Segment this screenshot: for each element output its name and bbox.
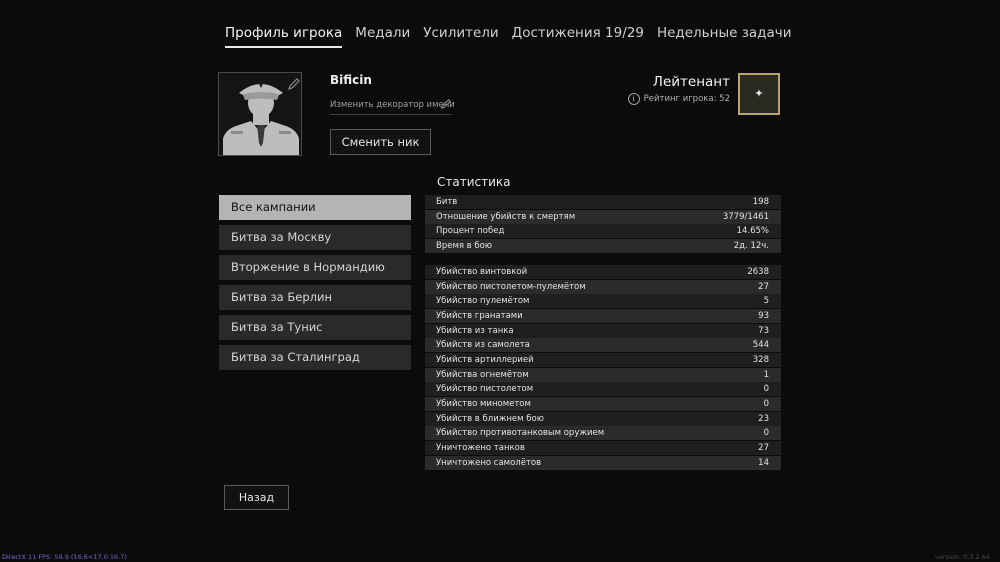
avatar[interactable] [218, 72, 302, 156]
stat-value: 3779/1461 [722, 212, 769, 222]
change-name-decorator-link[interactable]: Изменить декоратор имени [330, 98, 455, 115]
stat-value: 0 [763, 399, 769, 409]
stat-row: Убийство пистолетом-пулемётом 27 [425, 280, 781, 294]
tab-weekly-tasks[interactable]: Недельные задачи [657, 22, 792, 48]
campaign-item-normandy[interactable]: Вторжение в Нормандию [219, 255, 411, 280]
stat-row: Время в бою 2д. 12ч. [425, 239, 781, 253]
fps-counter: DirectX 11 FPS: 59.9 (16.6<17.0 16.7) [2, 553, 127, 561]
stat-row: Уничтожено танков 27 [425, 441, 781, 455]
stat-row: Убийств артиллерией 328 [425, 353, 781, 367]
stat-label: Убийств артиллерией [436, 355, 534, 365]
stat-row: Процент побед 14.65% [425, 224, 781, 238]
campaign-item-moscow[interactable]: Битва за Москву [219, 225, 411, 250]
stat-value: 1 [763, 370, 769, 380]
stat-row: Отношение убийств к смертям 3779/1461 [425, 210, 781, 224]
profile-tabs: Профиль игрока Медали Усилители Достижен… [225, 22, 805, 48]
stat-value: 544 [752, 340, 769, 350]
stat-value: 2д. 12ч. [733, 241, 769, 251]
player-rating-label: Рейтинг игрока: 52 [643, 94, 730, 104]
tab-boosters[interactable]: Усилители [423, 22, 498, 48]
stat-label: Убийство пистолетом [436, 384, 534, 394]
pencil-icon [440, 98, 454, 112]
stat-value: 14 [758, 458, 769, 468]
stat-label: Битв [436, 197, 458, 207]
campaign-item-berlin[interactable]: Битва за Берлин [219, 285, 411, 310]
stat-value: 14.65% [736, 226, 769, 236]
stat-value: 198 [752, 197, 769, 207]
campaign-item-all[interactable]: Все кампании [219, 195, 411, 220]
stat-value: 23 [758, 414, 769, 424]
stat-label: Убийств гранатами [436, 311, 523, 321]
stat-label: Уничтожено самолётов [436, 458, 542, 468]
stat-label: Процент побед [436, 226, 505, 236]
stat-value: 93 [758, 311, 769, 321]
stat-label: Убийство минометом [436, 399, 531, 409]
stat-value: 27 [758, 443, 769, 453]
tab-achievements[interactable]: Достижения 19/29 [512, 22, 644, 48]
stat-label: Уничтожено танков [436, 443, 525, 453]
stat-value: 73 [758, 326, 769, 336]
stats-title: Статистика [437, 175, 511, 189]
stat-value: 0 [763, 428, 769, 438]
stat-row: Битв 198 [425, 195, 781, 209]
lieutenant-star-icon: ✦ [754, 87, 764, 100]
tab-player-profile[interactable]: Профиль игрока [225, 22, 343, 48]
stat-value: 2638 [747, 267, 769, 277]
stat-value: 5 [763, 296, 769, 306]
stat-value: 0 [763, 384, 769, 394]
stat-row: Убийств гранатами 93 [425, 309, 781, 323]
stat-value: 328 [752, 355, 769, 365]
back-button[interactable]: Назад [224, 485, 289, 510]
stat-label: Убийства огнемётом [436, 370, 529, 380]
campaign-item-stalingrad[interactable]: Битва за Сталинград [219, 345, 411, 370]
rank-badge: ✦ [738, 73, 780, 115]
stat-label: Убийство пулемётом [436, 296, 530, 306]
stat-row: Уничтожено самолётов 14 [425, 456, 781, 470]
stat-row: Убийство минометом 0 [425, 397, 781, 411]
stat-label: Убийств в ближнем бою [436, 414, 544, 424]
stat-label: Убийство противотанковым оружием [436, 428, 605, 438]
stat-label: Время в бою [436, 241, 492, 251]
rank-title: Лейтенант [652, 74, 730, 90]
stat-row: Убийств в ближнем бою 23 [425, 412, 781, 426]
tab-medals[interactable]: Медали [355, 22, 410, 48]
stat-value: 27 [758, 282, 769, 292]
decorator-label: Изменить декоратор имени [330, 100, 455, 110]
player-rating: i Рейтинг игрока: 52 [627, 93, 730, 105]
player-nickname: Bificin [330, 73, 372, 87]
version-label: version: 0.3.2.64 [935, 553, 990, 561]
stat-label: Отношение убийств к смертям [436, 212, 576, 222]
stat-label: Убийств из самолета [436, 340, 530, 350]
stat-row: Убийства огнемётом 1 [425, 368, 781, 382]
stat-label: Убийство винтовкой [436, 267, 528, 277]
stat-row: Убийств из самолета 544 [425, 338, 781, 352]
stat-row: Убийство пулемётом 5 [425, 294, 781, 308]
pencil-icon[interactable] [287, 77, 301, 91]
stat-row: Убийство противотанковым оружием 0 [425, 426, 781, 440]
info-icon[interactable]: i [627, 93, 640, 105]
stat-label: Убийство пистолетом-пулемётом [436, 282, 586, 292]
change-nick-button[interactable]: Сменить ник [330, 129, 431, 155]
stat-label: Убийств из танка [436, 326, 514, 336]
stat-row: Убийство винтовкой 2638 [425, 265, 781, 279]
stat-row: Убийство пистолетом 0 [425, 382, 781, 396]
stat-row: Убийств из танка 73 [425, 324, 781, 338]
campaign-item-tunisia[interactable]: Битва за Тунис [219, 315, 411, 340]
